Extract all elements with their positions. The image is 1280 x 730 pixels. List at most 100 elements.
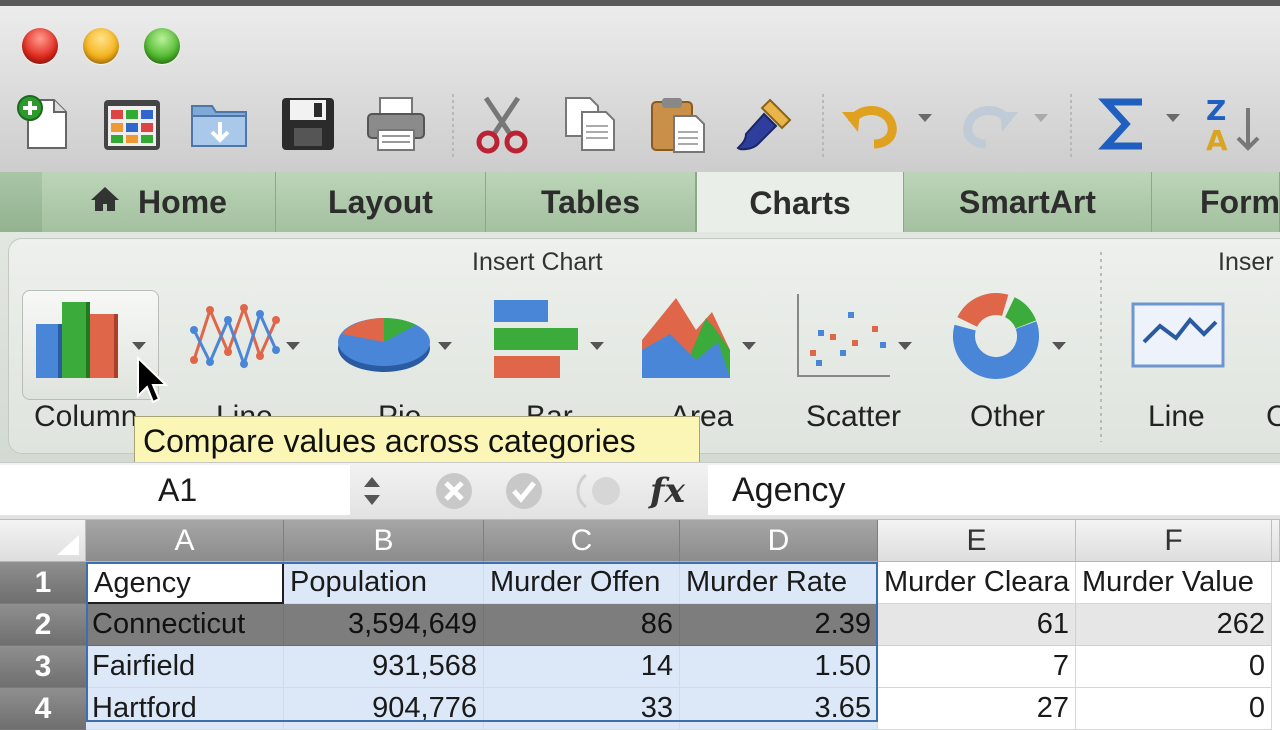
cell-a3[interactable]: Fairfield: [86, 646, 284, 688]
other-chart-button[interactable]: Other: [950, 290, 1080, 440]
tab-label: Charts: [749, 184, 851, 221]
formula-value: Agency: [732, 470, 846, 509]
copy-icon[interactable]: [558, 92, 622, 156]
tab-label: Layout: [328, 183, 433, 220]
sparkline-column-button[interactable]: C: [1262, 290, 1280, 440]
minimize-window-button[interactable]: [83, 28, 119, 64]
chevron-down-icon[interactable]: [286, 342, 300, 350]
svg-text:A: A: [1206, 124, 1228, 156]
open-icon[interactable]: [188, 92, 252, 156]
tab-charts[interactable]: Charts: [696, 172, 904, 234]
tab-home[interactable]: Home: [42, 172, 276, 232]
cell-a2[interactable]: Connecticut: [86, 604, 284, 646]
sparkline-icon: [1130, 290, 1226, 375]
cell-c4[interactable]: 33: [484, 688, 680, 730]
chart-button-label: Line: [1148, 400, 1205, 433]
mouse-cursor-icon: [136, 355, 170, 411]
chart-button-label: C: [1266, 400, 1280, 433]
save-icon[interactable]: [276, 92, 340, 156]
chevron-down-icon[interactable]: [898, 342, 912, 350]
chevron-down-icon[interactable]: [590, 342, 604, 350]
tab-smartart[interactable]: SmartArt: [904, 172, 1152, 232]
cell-a1[interactable]: Agency: [86, 562, 284, 604]
tab-label: Home: [138, 183, 227, 220]
pie-chart-icon: [336, 290, 432, 387]
cell-f2[interactable]: 262: [1076, 604, 1272, 646]
chevron-down-icon[interactable]: [1052, 342, 1066, 350]
cell-d1[interactable]: Murder Rate: [680, 562, 878, 604]
spreadsheet-grid: A B C D E F 1 2 3 4 Agency Population Mu…: [0, 520, 1280, 730]
column-header-d[interactable]: D: [680, 520, 878, 562]
select-all-button[interactable]: [0, 520, 86, 562]
name-box-stepper-icon[interactable]: [360, 473, 384, 516]
row-header-1[interactable]: 1: [0, 562, 86, 604]
gallery-icon[interactable]: [100, 92, 164, 156]
scatter-chart-icon: [796, 290, 892, 387]
cancel-icon[interactable]: [434, 471, 474, 511]
toolbar-separator: [822, 94, 824, 160]
new-icon[interactable]: [14, 92, 78, 156]
autosum-icon[interactable]: [1092, 92, 1156, 156]
column-header-g[interactable]: [1272, 520, 1280, 562]
undo-dropdown-arrow[interactable]: [918, 114, 932, 122]
cell-f1[interactable]: Murder Value: [1076, 562, 1272, 604]
chevron-down-icon[interactable]: [438, 342, 452, 350]
redo-icon: [956, 92, 1020, 156]
cell-b4[interactable]: 904,776: [284, 688, 484, 730]
column-header-b[interactable]: B: [284, 520, 484, 562]
ribbon-tab-bar: Home Layout Tables Charts SmartArt Form: [0, 172, 1280, 234]
scatter-chart-button[interactable]: Scatter: [796, 290, 926, 440]
sort-icon[interactable]: ZA: [1200, 92, 1264, 156]
tab-formulas[interactable]: Form: [1152, 172, 1280, 232]
cell-f3[interactable]: 0: [1076, 646, 1272, 688]
cell-b3[interactable]: 931,568: [284, 646, 484, 688]
chevron-down-icon[interactable]: [742, 342, 756, 350]
formula-builder-icon[interactable]: [576, 471, 636, 511]
window-toolbar: ZA: [0, 0, 1280, 172]
row-header-2[interactable]: 2: [0, 604, 86, 646]
zoom-window-button[interactable]: [144, 28, 180, 64]
tab-layout[interactable]: Layout: [276, 172, 486, 232]
row-header-3[interactable]: 3: [0, 646, 86, 688]
enter-icon[interactable]: [504, 471, 544, 511]
column-header-a[interactable]: A: [86, 520, 284, 562]
cell-e4[interactable]: 27: [878, 688, 1076, 730]
cell-d3[interactable]: 1.50: [680, 646, 878, 688]
cell-d4[interactable]: 3.65: [680, 688, 878, 730]
column-header-c[interactable]: C: [484, 520, 680, 562]
name-box[interactable]: A1: [0, 465, 350, 515]
cell-c3[interactable]: 14: [484, 646, 680, 688]
tab-tables[interactable]: Tables: [486, 172, 696, 232]
cell-c2[interactable]: 86: [484, 604, 680, 646]
cell-e3[interactable]: 7: [878, 646, 1076, 688]
column-header-f[interactable]: F: [1076, 520, 1272, 562]
cell-f4[interactable]: 0: [1076, 688, 1272, 730]
cell-a4[interactable]: Hartford: [86, 688, 284, 730]
chart-button-label: Scatter: [806, 400, 902, 433]
row-header-4[interactable]: 4: [0, 688, 86, 730]
undo-icon[interactable]: [840, 92, 904, 156]
sparkline-line-button[interactable]: Line: [1130, 290, 1240, 440]
cell-d2[interactable]: 2.39: [680, 604, 878, 646]
cell-b1[interactable]: Population: [284, 562, 484, 604]
cut-icon[interactable]: [470, 92, 534, 156]
area-chart-icon: [640, 290, 736, 387]
bar-chart-icon: [490, 290, 586, 387]
print-icon[interactable]: [364, 92, 428, 156]
close-window-button[interactable]: [22, 28, 58, 64]
formula-input[interactable]: Agency: [708, 465, 1280, 515]
chevron-down-icon[interactable]: [132, 342, 146, 350]
name-box-value: A1: [158, 471, 198, 508]
cell-c1[interactable]: Murder Offen: [484, 562, 680, 604]
doughnut-chart-icon: [950, 290, 1046, 387]
paste-icon[interactable]: [646, 92, 710, 156]
format-painter-icon[interactable]: [734, 92, 798, 156]
tab-label: SmartArt: [959, 183, 1096, 220]
column-header-e[interactable]: E: [878, 520, 1076, 562]
cell-e2[interactable]: 61: [878, 604, 1076, 646]
cell-b2[interactable]: 3,594,649: [284, 604, 484, 646]
cell-e1[interactable]: Murder Cleara: [878, 562, 1076, 604]
autosum-dropdown-arrow[interactable]: [1166, 114, 1180, 122]
insert-function-icon[interactable]: fx: [650, 471, 700, 511]
group-title-sparklines: Inser: [1218, 248, 1274, 276]
